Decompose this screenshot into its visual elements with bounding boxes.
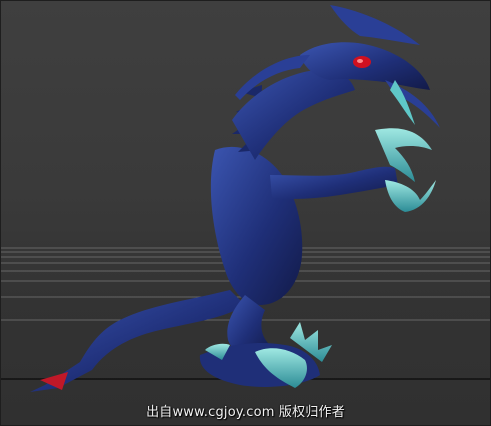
creature-model: [30, 5, 440, 392]
3d-viewport[interactable]: 出自www.cgjoy.com 版权归作者: [0, 0, 491, 426]
watermark-text: 出自www.cgjoy.com 版权归作者: [146, 405, 345, 420]
viewport-scene: [0, 5, 491, 392]
